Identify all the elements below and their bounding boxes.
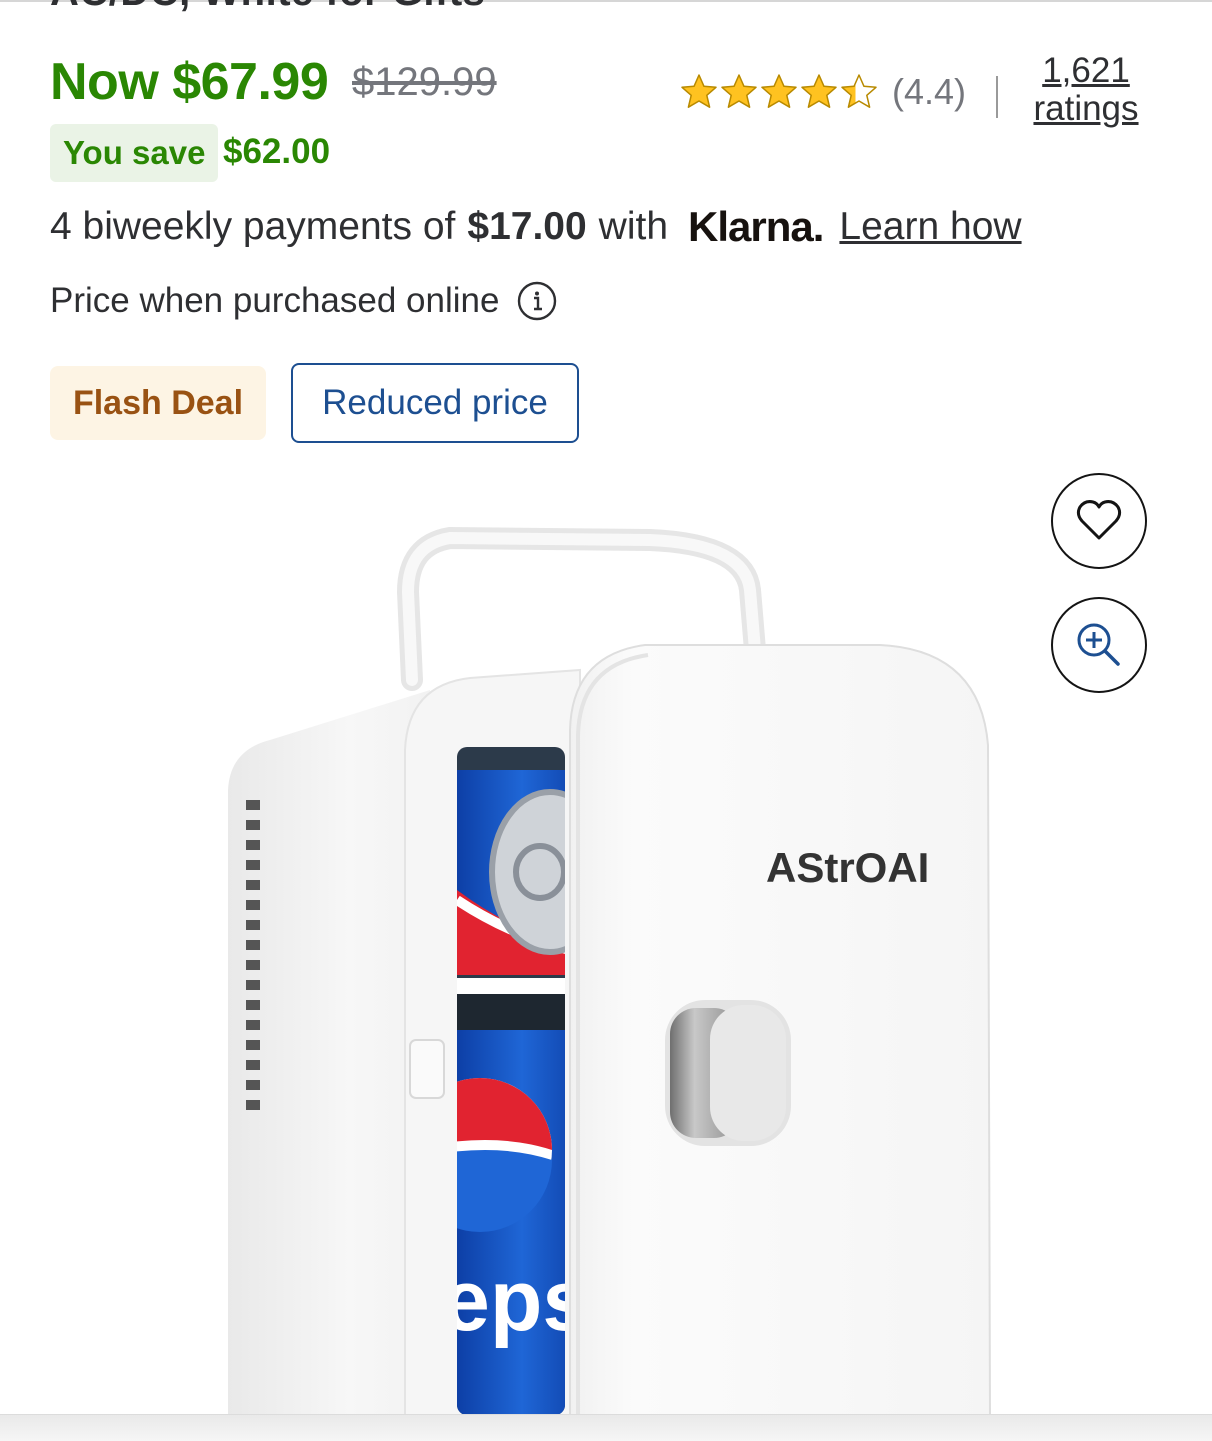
klarna-amount: $17.00 — [467, 205, 587, 248]
rating-summary[interactable]: (4.4) — [680, 70, 966, 114]
fridge-brand-text: AStrOAI — [766, 844, 929, 891]
ratings-count: 1,621 — [1042, 51, 1130, 90]
learn-how-link[interactable]: Learn how — [839, 205, 1021, 249]
star-icon — [721, 74, 757, 108]
you-save-amount: $62.00 — [223, 132, 331, 171]
klarna-with: with — [598, 205, 669, 248]
current-price: Now $67.99 — [50, 53, 329, 111]
klarna-prefix: 4 biweekly payments of — [50, 205, 456, 248]
reduced-price-tag: Reduced price — [291, 363, 579, 443]
zoom-in-icon — [1077, 623, 1120, 666]
star-icon — [681, 74, 717, 108]
star-icon — [761, 74, 797, 108]
price-note-text: Price when purchased online — [50, 281, 500, 320]
ratings-count-link[interactable]: 1,621 ratings — [1026, 52, 1146, 128]
heart-icon — [1076, 500, 1122, 540]
product-title: AC/DC, White for Gifts — [50, 0, 485, 15]
favorite-button[interactable] — [1051, 473, 1147, 569]
star-icon — [801, 74, 837, 108]
star-icon — [841, 74, 877, 108]
flash-deal-tag: Flash Deal — [50, 366, 266, 440]
klarna-payment-info: 4 biweekly payments of $17.00 with Klarn… — [50, 196, 1022, 258]
klarna-logo: Klarna. — [688, 203, 824, 250]
ratings-label: ratings — [1033, 89, 1139, 128]
rating-stars — [680, 73, 878, 111]
rating-value: (4.4) — [892, 71, 967, 112]
info-icon[interactable] — [517, 281, 557, 321]
rating-separator — [996, 76, 998, 118]
product-image[interactable]: eps AStrOAI — [180, 500, 1040, 1418]
zoom-button[interactable] — [1051, 597, 1147, 693]
was-price: $129.99 — [352, 60, 497, 104]
price-note: Price when purchased online — [50, 276, 557, 326]
bottom-shadow — [0, 1414, 1212, 1441]
you-save-badge: You save — [50, 124, 219, 182]
